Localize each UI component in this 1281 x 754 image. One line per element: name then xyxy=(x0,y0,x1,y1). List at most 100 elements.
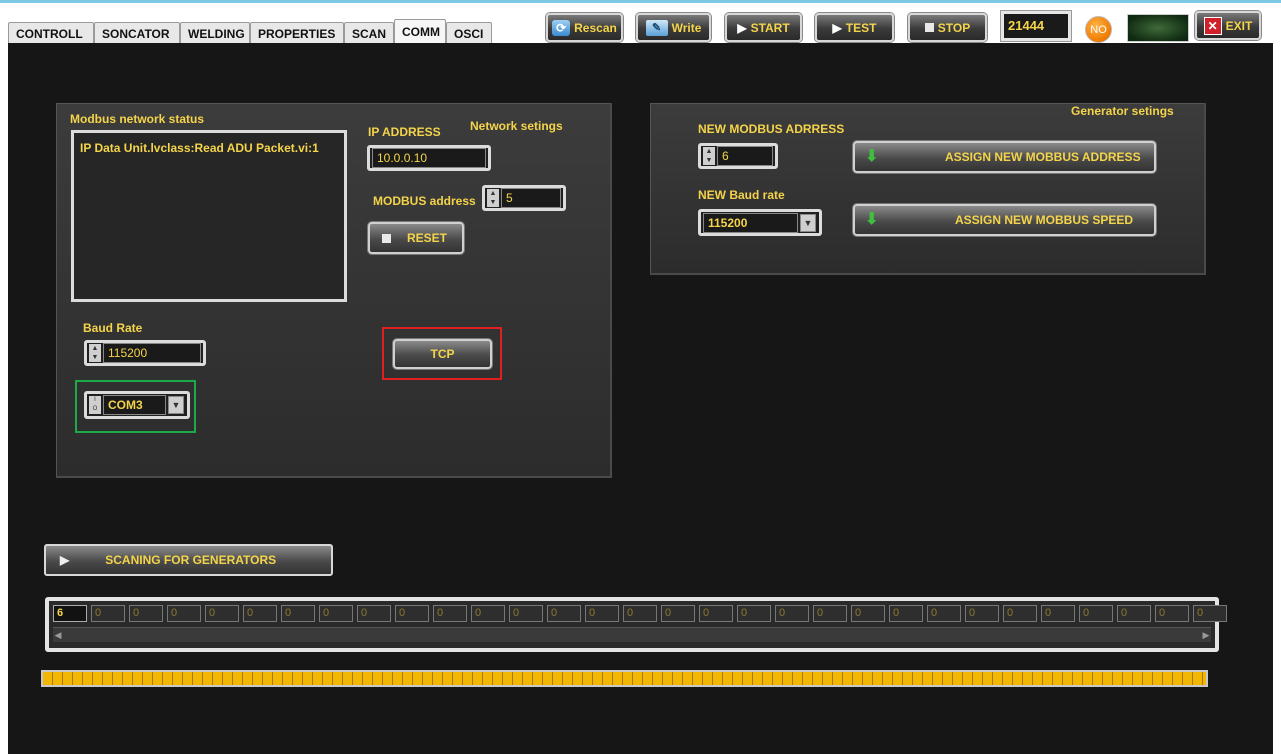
tab-scan[interactable]: SCAN xyxy=(344,22,394,44)
spinner-icon[interactable]: ▲ ▼ xyxy=(703,147,715,165)
modbus-address-value: 5 xyxy=(501,188,561,208)
start-button[interactable]: ▶ START xyxy=(725,13,802,42)
address-cell[interactable]: 0 xyxy=(1155,605,1189,622)
scan-progress-fill xyxy=(43,672,1206,685)
address-cell[interactable]: 0 xyxy=(357,605,391,622)
scan-progress-bar xyxy=(41,670,1208,687)
generator-address-array: 6000000000000000000000000000000 ◀ ▶ xyxy=(45,597,1227,652)
reset-label: RESET xyxy=(407,231,448,245)
new-baud-rate-label: NEW Baud rate xyxy=(698,188,785,202)
address-cell[interactable]: 0 xyxy=(471,605,505,622)
address-cell[interactable]: 0 xyxy=(433,605,467,622)
tab-properties[interactable]: PROPERTIES xyxy=(250,22,344,44)
window-top-border xyxy=(0,0,1281,3)
status-message: IP Data Unit.lvclass:Read ADU Packet.vi:… xyxy=(80,141,319,155)
ip-address-value: 10.0.0.10 xyxy=(372,148,486,168)
address-cell[interactable]: 0 xyxy=(319,605,353,622)
stop-icon xyxy=(924,23,934,32)
exit-label: EXIT xyxy=(1225,18,1253,33)
rescan-button[interactable]: ⟳ Rescan xyxy=(546,13,623,42)
status-led: NO xyxy=(1085,16,1112,43)
address-cell[interactable]: 0 xyxy=(243,605,277,622)
address-cell[interactable]: 0 xyxy=(129,605,163,622)
tab-controll[interactable]: CONTROLL xyxy=(8,22,94,44)
address-cell[interactable]: 0 xyxy=(927,605,961,622)
scroll-right-icon[interactable]: ▶ xyxy=(1201,629,1211,641)
tcp-highlight-box xyxy=(382,327,502,380)
address-cell[interactable]: 0 xyxy=(91,605,125,622)
address-cell[interactable]: 0 xyxy=(1041,605,1075,622)
com-port-highlight-box xyxy=(75,380,196,433)
address-cell[interactable]: 0 xyxy=(889,605,923,622)
exit-button[interactable]: ✕ EXIT xyxy=(1195,11,1261,40)
address-cell[interactable]: 0 xyxy=(395,605,429,622)
address-cell[interactable]: 0 xyxy=(775,605,809,622)
write-icon: ✎ xyxy=(645,19,668,36)
address-cell[interactable]: 0 xyxy=(547,605,581,622)
play-icon: ▶ xyxy=(832,20,842,35)
address-cell[interactable]: 0 xyxy=(1193,605,1227,622)
new-modbus-address-field[interactable]: ▲ ▼ 6 xyxy=(698,143,778,169)
tab-comm[interactable]: COMM xyxy=(394,19,446,44)
generator-settings-title: Generator setings xyxy=(1071,104,1174,118)
baud-rate-value: 115200 xyxy=(103,343,201,363)
new-modbus-address-value: 6 xyxy=(717,146,773,166)
reset-button[interactable]: RESET xyxy=(368,222,464,254)
address-cell[interactable]: 0 xyxy=(1079,605,1113,622)
ip-address-field[interactable]: 10.0.0.10 xyxy=(367,145,491,171)
modbus-address-field[interactable]: ▲ ▼ 5 xyxy=(482,185,566,211)
address-cell[interactable]: 0 xyxy=(623,605,657,622)
test-label: TEST xyxy=(845,20,877,35)
address-cell[interactable]: 0 xyxy=(1117,605,1151,622)
tab-bar: CONTROLL SONCATOR WELDING PROPERTIES SCA… xyxy=(8,19,492,44)
stop-icon xyxy=(382,233,391,243)
address-cell[interactable]: 0 xyxy=(585,605,619,622)
stop-button[interactable]: STOP xyxy=(908,13,987,42)
ip-address-label: IP ADDRESS xyxy=(368,125,441,139)
address-cell[interactable]: 0 xyxy=(813,605,847,622)
download-arrow-icon: ⬇ xyxy=(865,211,879,228)
refresh-icon: ⟳ xyxy=(552,19,571,36)
rescan-label: Rescan xyxy=(574,20,617,35)
assign-speed-label: ASSIGN NEW MOBBUS SPEED xyxy=(955,213,1134,227)
scroll-left-icon[interactable]: ◀ xyxy=(53,629,63,641)
address-cell[interactable]: 0 xyxy=(205,605,239,622)
modbus-status-list[interactable]: IP Data Unit.lvclass:Read ADU Packet.vi:… xyxy=(71,130,347,302)
address-cell[interactable]: 0 xyxy=(281,605,315,622)
horizontal-scrollbar[interactable]: ◀ ▶ xyxy=(53,627,1211,642)
modbus-status-title: Modbus network status xyxy=(70,112,205,126)
new-baud-rate-value: 115200 xyxy=(703,212,798,233)
close-icon: ✕ xyxy=(1203,16,1222,35)
address-cell[interactable]: 0 xyxy=(851,605,885,622)
baud-rate-label: Baud Rate xyxy=(83,321,143,335)
play-icon: ▶ xyxy=(737,20,747,35)
play-icon: ▶ xyxy=(60,553,70,567)
address-cells: 6000000000000000000000000000000 xyxy=(53,605,1227,622)
chevron-down-icon[interactable]: ▼ xyxy=(800,213,816,232)
write-button[interactable]: ✎ Write xyxy=(636,13,711,42)
address-cell[interactable]: 0 xyxy=(661,605,695,622)
new-modbus-address-label: NEW MODBUS ADRRESS xyxy=(698,122,845,136)
new-baud-rate-select[interactable]: 115200 ▼ xyxy=(698,209,822,236)
baud-rate-field[interactable]: ▲ ▼ 115200 xyxy=(84,340,206,366)
address-cell[interactable]: 0 xyxy=(1003,605,1037,622)
assign-speed-button[interactable]: ⬇ ASSIGN NEW MOBBUS SPEED xyxy=(853,204,1156,236)
assign-address-button[interactable]: ⬇ ASSIGN NEW MOBBUS ADDRESS xyxy=(853,141,1156,173)
tab-osci[interactable]: OSCI xyxy=(446,22,492,44)
tab-welding[interactable]: WELDING xyxy=(180,22,250,44)
stop-label: STOP xyxy=(937,20,971,35)
address-cell[interactable]: 0 xyxy=(167,605,201,622)
test-button[interactable]: ▶ TEST xyxy=(815,13,894,42)
address-cell[interactable]: 0 xyxy=(509,605,543,622)
modbus-address-label: MODBUS address xyxy=(373,194,476,208)
address-cell[interactable]: 0 xyxy=(699,605,733,622)
write-label: Write xyxy=(671,20,702,35)
scan-generators-button[interactable]: ▶ SCANING FOR GENERATORS xyxy=(44,544,333,576)
tab-soncator[interactable]: SONCATOR xyxy=(94,22,180,44)
address-cell[interactable]: 6 xyxy=(53,605,87,622)
spinner-icon[interactable]: ▲ ▼ xyxy=(487,189,499,207)
address-cell[interactable]: 0 xyxy=(965,605,999,622)
address-cell[interactable]: 0 xyxy=(737,605,771,622)
spinner-icon[interactable]: ▲ ▼ xyxy=(89,344,101,362)
network-settings-title: Network setings xyxy=(470,119,563,133)
